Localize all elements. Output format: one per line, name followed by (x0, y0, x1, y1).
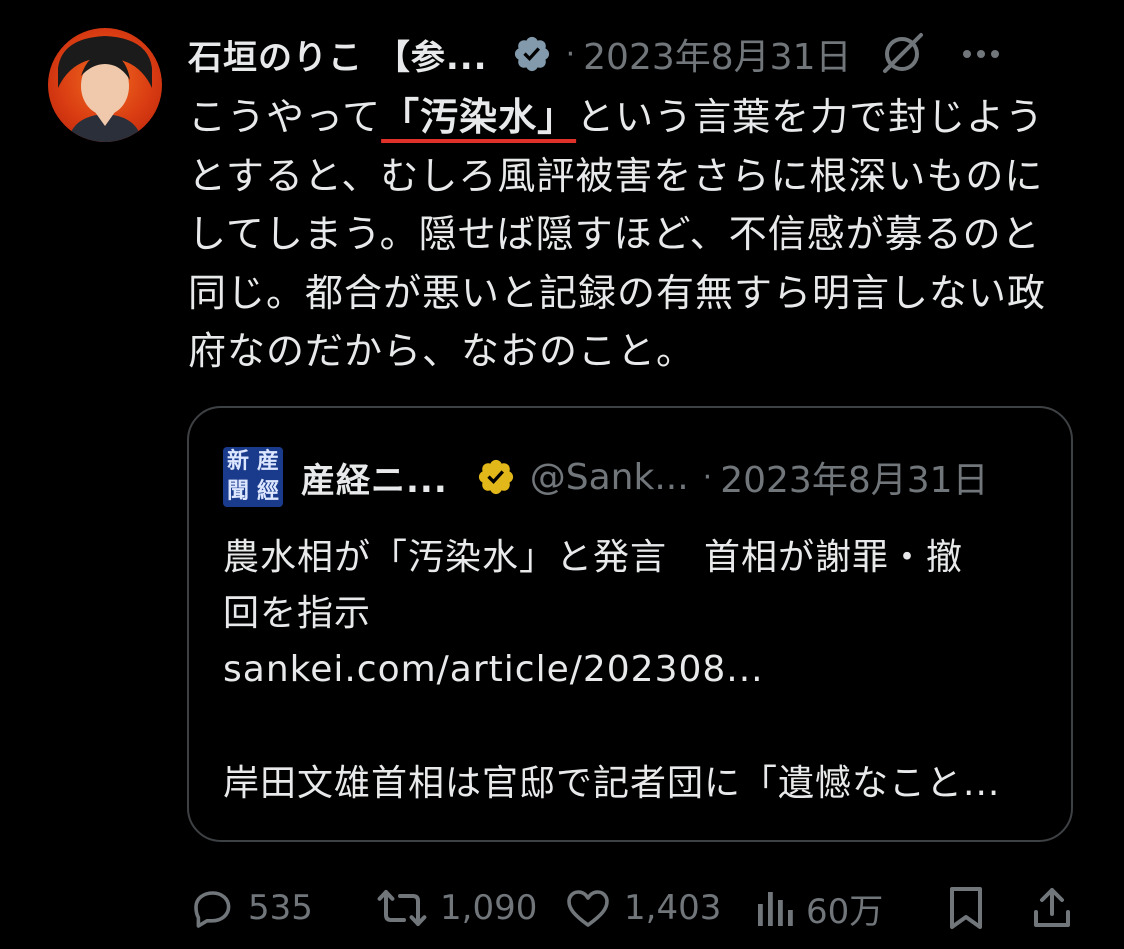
bookmark-button[interactable] (944, 884, 1030, 932)
share-icon (1030, 884, 1074, 932)
quoted-header-separator: · (702, 459, 713, 495)
verified-gold-badge-icon (476, 457, 516, 497)
quoted-post-date: 2023年8月31日 (720, 460, 989, 501)
quoted-post-card[interactable]: 新 産 聞 經 産経ニ... @Sank... · 2023年8月31日 農水相… (187, 406, 1073, 842)
quoted-text-line: 農水相が「汚染水」と発言 首相が謝罪・撤 (223, 537, 964, 578)
post-text: こうやって「汚染水」という言葉を力で封じようとすると、むしろ風評被害をさらに根深… (188, 88, 1068, 381)
author-name[interactable]: 石垣のりこ 【参... (188, 30, 488, 79)
reply-count: 535 (248, 888, 313, 928)
reply-button[interactable]: 535 (188, 884, 376, 932)
grok-icon[interactable] (877, 29, 927, 79)
logo-char: 新 (226, 448, 249, 474)
like-count: 1,403 (624, 888, 722, 928)
repost-count: 1,090 (440, 888, 538, 928)
quoted-author-handle[interactable]: @Sank... (530, 457, 689, 498)
sankei-logo[interactable]: 新 産 聞 經 (223, 447, 283, 507)
heart-icon (564, 884, 612, 932)
quoted-author-name[interactable]: 産経ニ... (301, 453, 448, 502)
header-separator: · (565, 36, 576, 72)
quoted-post-header: 新 産 聞 經 産経ニ... @Sank... · 2023年8月31日 (223, 447, 1043, 507)
repost-button[interactable]: 1,090 (376, 884, 564, 932)
post-header: 石垣のりこ 【参... · 2023年8月31日 (188, 26, 1088, 82)
author-avatar[interactable] (48, 28, 162, 142)
quoted-link[interactable]: sankei.com/article/202308... (223, 642, 1053, 698)
logo-char: 産 (256, 448, 279, 474)
quoted-text-line: 回を指示 (223, 593, 372, 634)
quoted-text-line: 岸田文雄首相は官邸で記者団に「遺憾なこと... (223, 763, 1001, 804)
post-text-lead: こうやって (188, 95, 382, 139)
views-button[interactable]: 60万 (754, 884, 944, 933)
repost-icon (376, 884, 428, 932)
quoted-text-gap (223, 698, 1053, 756)
logo-char: 聞 (226, 478, 249, 504)
logo-char: 經 (256, 478, 279, 504)
quoted-post-text: 農水相が「汚染水」と発言 首相が謝罪・撤 回を指示 sankei.com/art… (223, 530, 1053, 812)
post-text-highlight: 「汚染水」 (381, 95, 577, 139)
views-count: 60万 (806, 891, 884, 932)
post-date[interactable]: 2023年8月31日 (583, 28, 851, 80)
more-icon[interactable] (961, 48, 1001, 60)
action-bar: 535 1,090 1,403 60万 (188, 878, 1078, 938)
bookmark-icon (944, 884, 988, 932)
reply-icon (188, 884, 236, 932)
avatar-portrait (58, 36, 152, 142)
like-button[interactable]: 1,403 (564, 884, 754, 932)
views-chart-icon (754, 886, 794, 930)
share-button[interactable] (1030, 884, 1074, 932)
verified-badge-icon[interactable] (512, 34, 552, 74)
